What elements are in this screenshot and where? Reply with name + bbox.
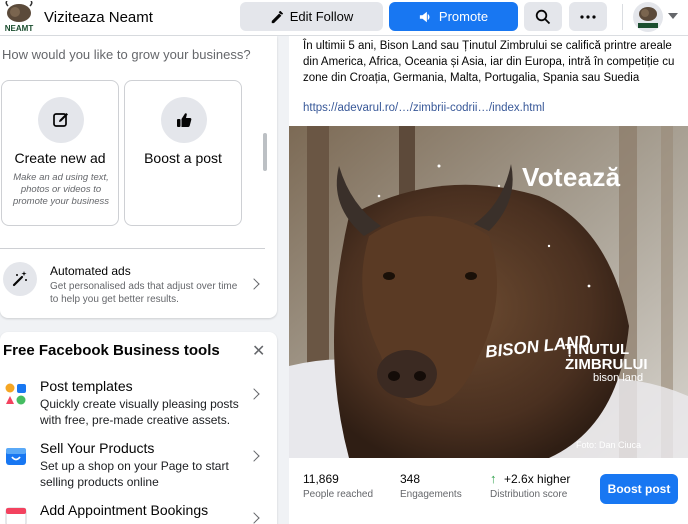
stat-engagements-label: Engagements [400, 489, 462, 500]
sell-products-title[interactable]: Sell Your Products [40, 440, 154, 456]
svg-text:NEAMT: NEAMT [5, 24, 34, 33]
grow-business-card: How would you like to grow your business… [0, 36, 277, 318]
automated-ads-desc: Get personalised ads that adjust over ti… [50, 281, 238, 305]
stat-people-reached-label: People reached [303, 489, 374, 500]
search-button[interactable] [524, 2, 562, 31]
post-link[interactable]: https://adevarul.ro/…/zimbrii-codrii…/in… [303, 102, 545, 114]
edit-follow-button[interactable]: Edit Follow [240, 2, 383, 31]
post-templates-title[interactable]: Post templates [40, 378, 133, 394]
stat-engagements-value: 348 [400, 472, 421, 486]
automated-ads-title[interactable]: Automated ads [50, 264, 131, 278]
image-brand-sub: bison land [593, 372, 644, 384]
edit-ad-icon [38, 97, 84, 143]
close-icon[interactable]: ✕ [252, 344, 265, 360]
image-brand: ȚINUTUL ZIMBRULUI [565, 342, 648, 372]
more-options-button[interactable] [569, 2, 607, 31]
image-headline: Votează [522, 162, 621, 192]
megaphone-icon [419, 11, 430, 22]
image-credit: Foto: Dan Ciuca [576, 440, 642, 450]
top-bar: NEAMT Viziteaza Neamt Edit Follow Promot… [0, 0, 688, 36]
profile-avatar[interactable] [633, 2, 663, 32]
post-templates-desc: Quickly create visually pleasing posts w… [40, 397, 239, 427]
templates-icon [4, 382, 28, 406]
promote-label: Promote [438, 9, 489, 24]
business-tools-card: Free Facebook Business tools ✕ Post temp… [0, 332, 277, 524]
sell-products-chevron-icon[interactable] [248, 450, 260, 462]
search-icon [535, 9, 551, 24]
options-scrollbar[interactable] [263, 133, 267, 171]
create-new-ad-desc: Make an ad using text, photos or videos … [12, 172, 110, 207]
boost-post-button[interactable]: Boost post [600, 474, 678, 504]
image-brand-line2: ZIMBRULUI [565, 356, 648, 373]
post-templates-chevron-icon[interactable] [248, 388, 260, 400]
image-brand-line1: ȚINUTUL [565, 341, 630, 358]
boost-a-post-option[interactable]: Boost a post [124, 80, 242, 226]
post-text: În ultimii 5 ani, Bison Land sau Ținutul… [303, 40, 675, 84]
pencil-icon [271, 10, 283, 23]
up-arrow-icon: ↑ [490, 471, 497, 486]
calendar-icon [4, 504, 28, 524]
boost-a-post-title: Boost a post [144, 150, 222, 166]
thumbs-up-icon [161, 97, 207, 143]
page-logo[interactable]: NEAMT [2, 0, 36, 33]
post-image[interactable]: Votează BISON LAND ȚINUTUL ZIMBRULUI bis… [289, 126, 688, 458]
stat-people-reached-value: 11,869 [303, 472, 339, 486]
stat-distribution-value: +2.6x higher [504, 472, 571, 486]
automated-ads-chevron-icon[interactable] [248, 278, 260, 290]
more-icon [580, 14, 596, 19]
post-panel: În ultimii 5 ani, Bison Land sau Ținutul… [289, 36, 688, 524]
profile-menu-caret-icon[interactable] [668, 13, 678, 19]
grow-question: How would you like to grow your business… [2, 47, 251, 62]
stat-distribution-label: Distribution score [490, 489, 568, 500]
appointment-bookings-chevron-icon[interactable] [248, 512, 260, 524]
appointment-bookings-title[interactable]: Add Appointment Bookings [40, 502, 208, 518]
sell-products-desc: Set up a shop on your Page to start sell… [40, 459, 229, 489]
promote-button[interactable]: Promote [389, 2, 518, 31]
create-new-ad-option[interactable]: Create new ad Make an ad using text, pho… [1, 80, 119, 226]
page-name[interactable]: Viziteaza Neamt [44, 9, 153, 26]
left-panel: How would you like to grow your business… [0, 36, 289, 524]
edit-follow-label: Edit Follow [289, 9, 354, 24]
shop-icon [4, 444, 28, 468]
header-divider [622, 4, 623, 30]
grow-divider [0, 248, 265, 249]
magic-wand-icon [3, 262, 37, 296]
create-new-ad-title: Create new ad [14, 150, 106, 166]
business-tools-title: Free Facebook Business tools [3, 342, 220, 359]
